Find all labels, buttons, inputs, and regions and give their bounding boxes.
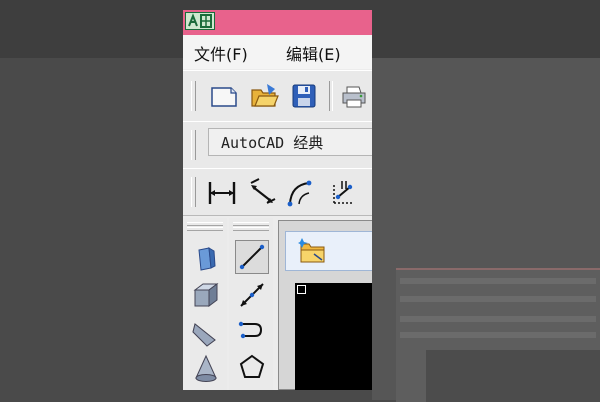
toolbar-separator [329, 81, 333, 111]
ordinate-dimension-icon[interactable] [328, 177, 358, 207]
toolbar-grip[interactable] [233, 222, 269, 226]
workspace-dropdown[interactable]: AutoCAD 经典 [208, 128, 372, 156]
autocad-app-icon[interactable] [185, 12, 215, 30]
menu-bar: 文件(F) 编辑(E) [183, 35, 372, 69]
aligned-dimension-icon[interactable] [247, 177, 277, 207]
save-icon[interactable] [289, 81, 319, 111]
standard-toolbar [183, 70, 372, 122]
print-icon[interactable] [339, 81, 369, 111]
toolbar-grip[interactable] [187, 222, 223, 226]
title-bar[interactable] [183, 10, 372, 35]
drawing-file-icon [298, 236, 328, 266]
open-icon[interactable] [249, 81, 279, 111]
draw-toolbar [229, 218, 273, 390]
toolbar-grip[interactable] [233, 227, 269, 231]
polygon-icon[interactable] [235, 350, 269, 384]
linear-dimension-icon[interactable] [207, 177, 237, 207]
toolbar-grip[interactable] [191, 81, 196, 111]
menu-file[interactable]: 文件(F) [194, 41, 248, 65]
toolbar-grip[interactable] [187, 227, 223, 231]
modeling-toolbar [183, 218, 227, 390]
drawing-tab[interactable] [285, 231, 372, 271]
toolbar-grip[interactable] [191, 130, 196, 160]
line-icon[interactable] [235, 240, 269, 274]
crosshair-cursor [297, 285, 306, 294]
construction-line-icon[interactable] [235, 278, 269, 312]
drawing-window [278, 220, 372, 390]
box-icon[interactable] [189, 278, 223, 312]
new-icon[interactable] [209, 81, 239, 111]
workspaces-toolbar: AutoCAD 经典 [183, 121, 372, 169]
autocad-window: 文件(F) 编辑(E) AutoCAD 经典 [183, 10, 372, 390]
dimension-toolbar [183, 168, 372, 216]
wedge-icon[interactable] [189, 316, 223, 350]
drawing-canvas[interactable] [295, 283, 372, 390]
cone-icon[interactable] [189, 352, 223, 386]
background-thumbnail [396, 268, 600, 402]
polyline-icon[interactable] [235, 314, 269, 348]
arc-length-dimension-icon[interactable] [285, 177, 315, 207]
background-window [372, 58, 600, 402]
menu-edit[interactable]: 编辑(E) [286, 41, 341, 65]
toolbar-grip[interactable] [191, 177, 196, 207]
polysolid-icon[interactable] [189, 242, 223, 276]
